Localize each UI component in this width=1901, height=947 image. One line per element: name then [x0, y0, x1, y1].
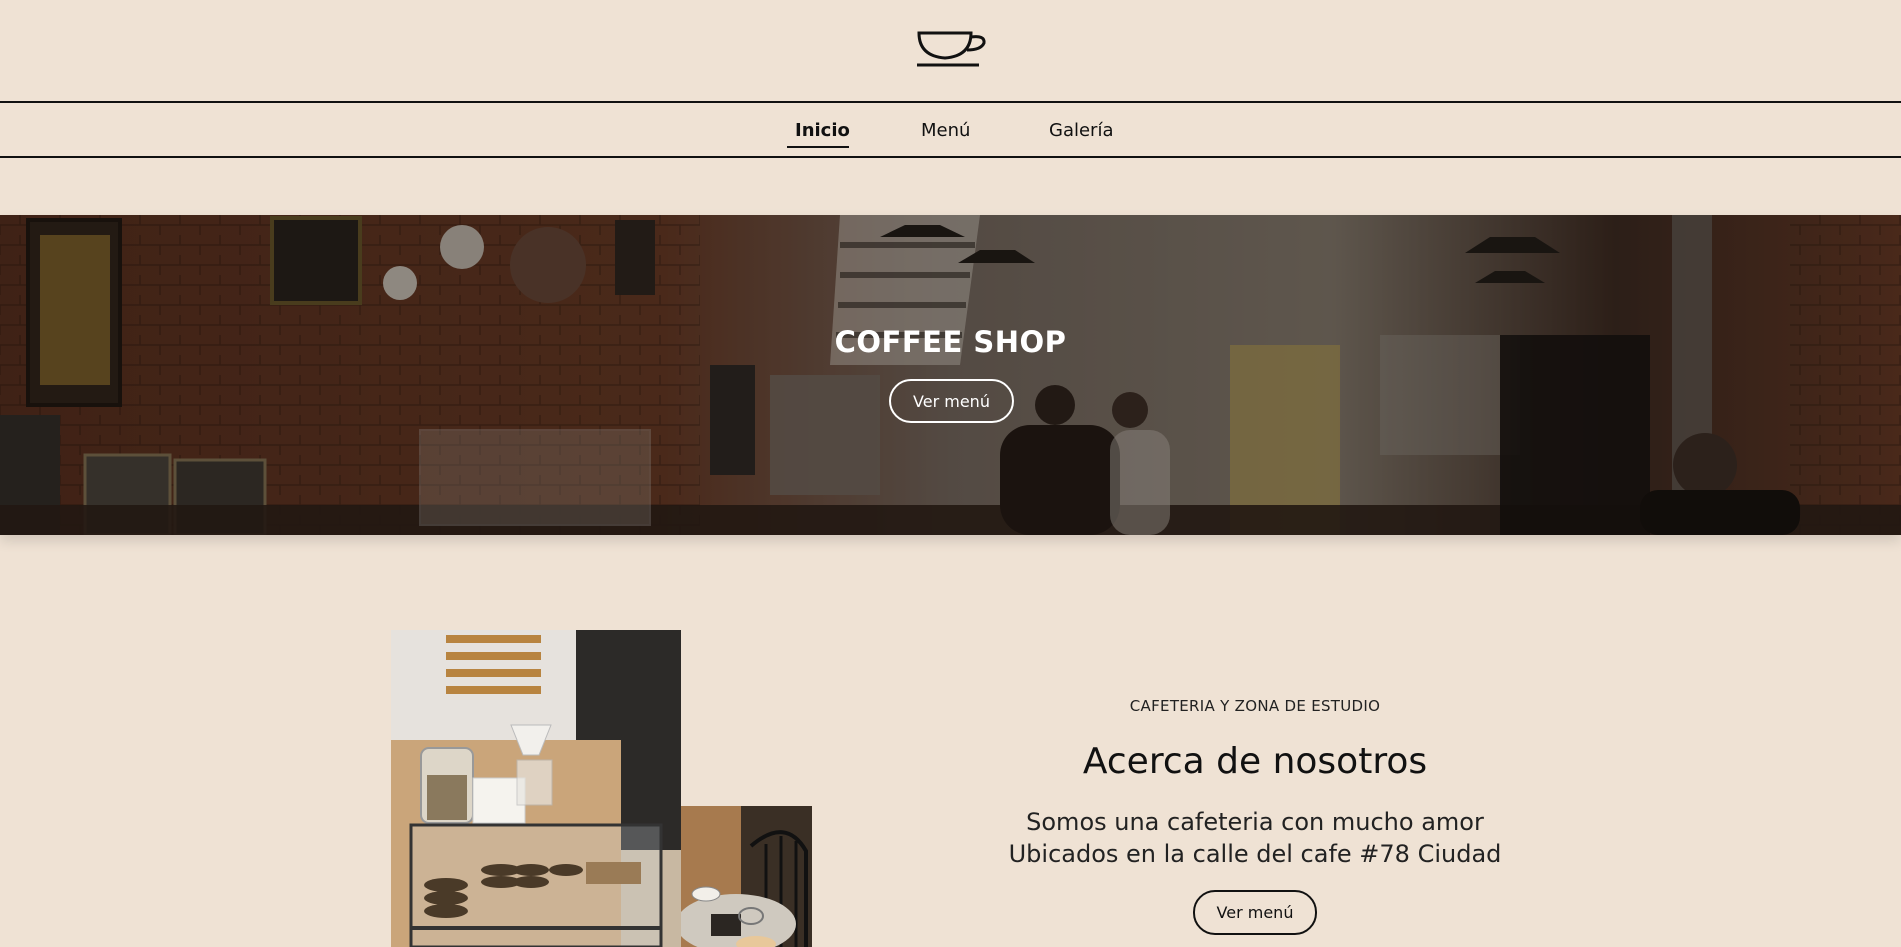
hero-title: COFFEE SHOP: [834, 325, 1067, 359]
nav-item-inicio[interactable]: Inicio: [787, 117, 850, 148]
site-header: [0, 0, 1901, 101]
nav-item-menu[interactable]: Menú: [921, 117, 970, 147]
about-pastry-display-image: [391, 630, 681, 947]
coffee-cup-icon[interactable]: [915, 28, 989, 70]
nav-item-galeria[interactable]: Galería: [1049, 117, 1114, 147]
about-heading: Acerca de nosotros: [1082, 741, 1428, 782]
about-kicker: CAFETERIA Y ZONA DE ESTUDIO: [1129, 697, 1381, 715]
about-section: CAFETERIA Y ZONA DE ESTUDIO Acerca de no…: [980, 690, 1530, 935]
about-description: Somos una cafeteria con mucho amor Ubica…: [980, 806, 1530, 870]
about-coffee-table-image: [681, 806, 812, 947]
main-nav: Inicio Menú Galería: [0, 101, 1901, 158]
hero-banner: COFFEE SHOP Ver menú: [0, 215, 1901, 535]
hero-cafe-interior-image: [0, 215, 1901, 535]
about-description-line-2: Ubicados en la calle del cafe #78 Ciudad: [1008, 840, 1502, 868]
about-ver-menu-button[interactable]: Ver menú: [1193, 890, 1317, 935]
hero-ver-menu-button[interactable]: Ver menú: [889, 379, 1014, 423]
about-description-line-1: Somos una cafeteria con mucho amor: [1026, 808, 1484, 836]
